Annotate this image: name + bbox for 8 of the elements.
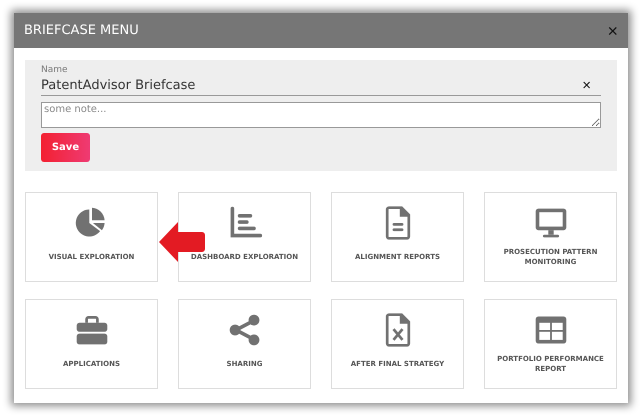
share-icon xyxy=(226,312,262,348)
clear-button[interactable]: × xyxy=(572,76,601,94)
name-label: Name xyxy=(41,65,69,75)
name-field[interactable]: PatentAdvisor Briefcase × xyxy=(41,75,601,96)
note-field[interactable]: some note... xyxy=(41,102,601,128)
close-button[interactable]: × xyxy=(607,22,618,40)
save-button[interactable]: Save xyxy=(41,133,90,162)
dialog-title: BRIEFCASE MENU xyxy=(24,23,139,38)
